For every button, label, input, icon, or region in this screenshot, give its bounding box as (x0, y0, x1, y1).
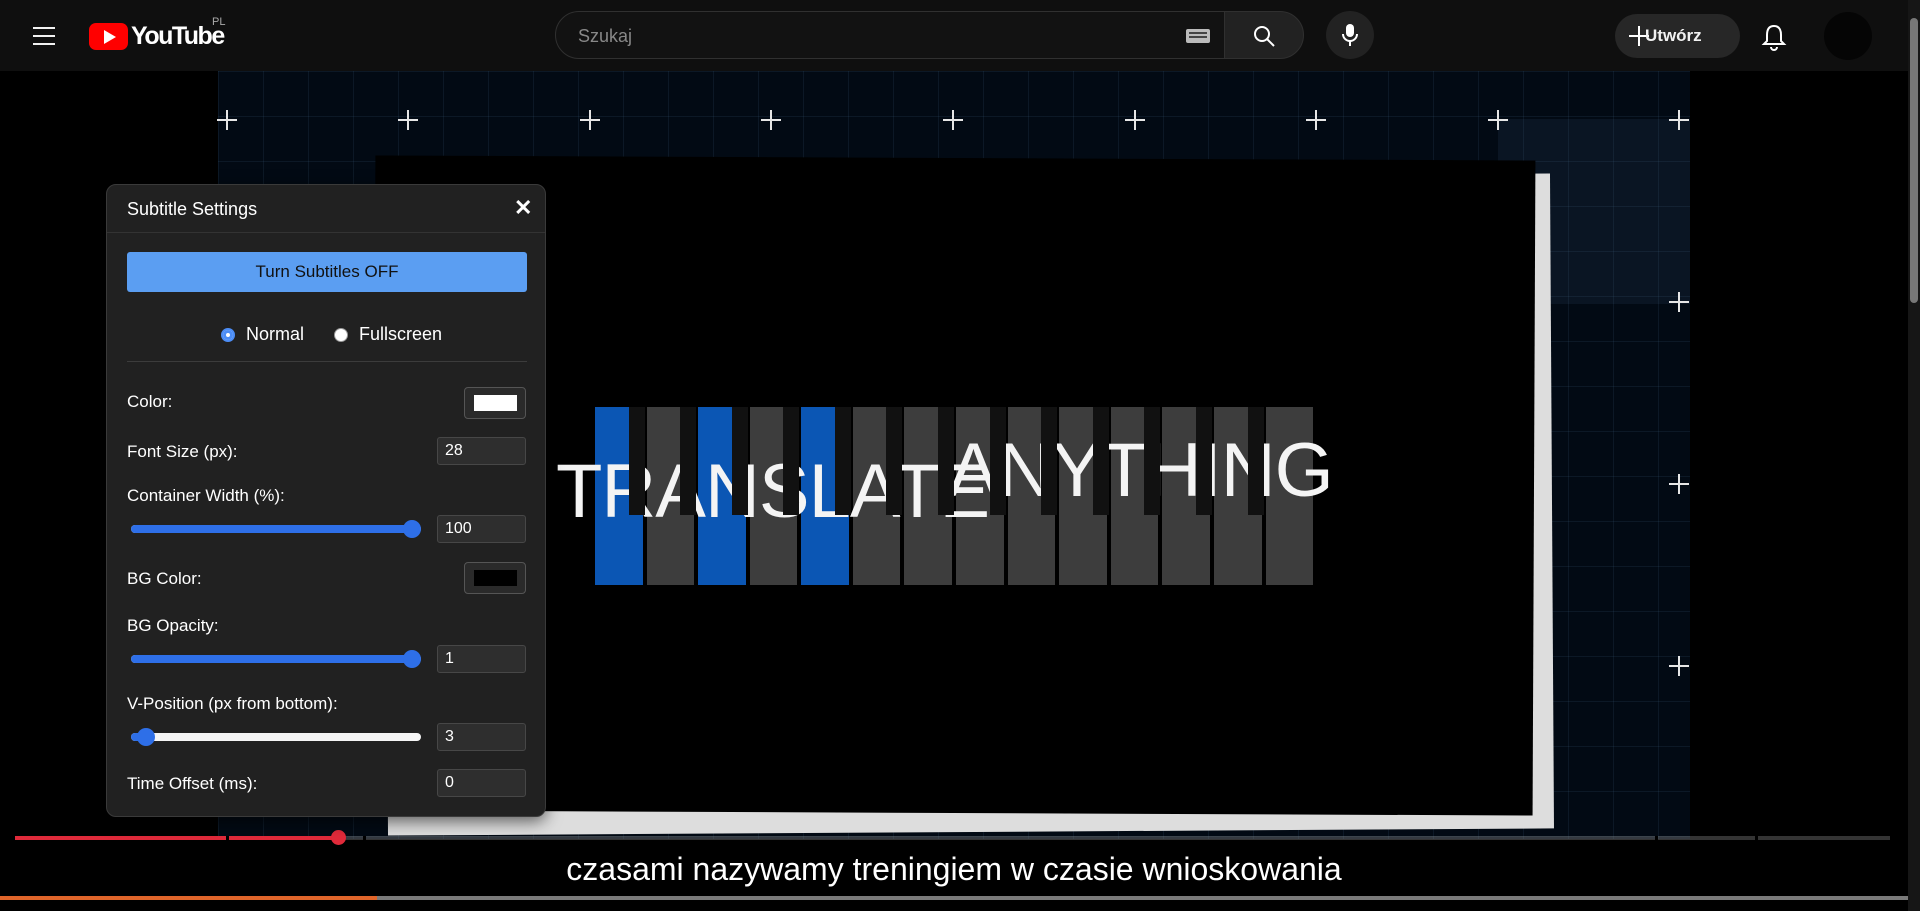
logo-text: YouTube (131, 21, 225, 50)
chapter-marker (1655, 836, 1658, 840)
mode-normal-option[interactable]: Normal (221, 324, 304, 345)
mode-fullscreen-radio[interactable] (334, 327, 348, 342)
bg-color-swatch (474, 570, 517, 586)
time-offset-input[interactable] (437, 769, 526, 797)
font-size-input[interactable] (437, 437, 526, 465)
top-bar: YouTube PL Utwórz (0, 0, 1920, 71)
subtitle-caption: czasami nazywamy treningiem w czasie wni… (566, 851, 1342, 887)
plus-marker (1669, 474, 1689, 494)
mode-normal-label: Normal (246, 324, 305, 344)
font-size-label: Font Size (px): (127, 442, 238, 461)
bg-opacity-slider[interactable] (131, 650, 422, 668)
search-icon (1254, 26, 1275, 47)
color-swatch (474, 395, 517, 411)
panel-header-divider (107, 232, 545, 233)
color-label: Color: (127, 392, 173, 411)
plus-marker (1306, 110, 1326, 130)
video-title-word-2: ANYTHING (948, 428, 1334, 513)
search-button[interactable] (1224, 11, 1304, 59)
mode-normal-radio[interactable] (221, 327, 235, 342)
plus-marker (580, 110, 600, 130)
subtitle-settings-panel: Subtitle Settings ✕ Turn Subtitles OFF N… (106, 184, 546, 817)
page-scrollbar[interactable] (1908, 0, 1920, 911)
chapter-marker (226, 836, 229, 840)
slider-thumb[interactable] (403, 650, 422, 668)
plus-marker (1669, 292, 1689, 312)
toggle-subtitles-button[interactable]: Turn Subtitles OFF (127, 252, 527, 292)
notifications-bell-icon[interactable] (1757, 20, 1791, 54)
chapter-marker (363, 836, 366, 840)
slider-fill (131, 525, 413, 533)
plus-marker (1669, 656, 1689, 676)
vpos-label: V-Position (px from bottom): (127, 694, 338, 713)
plus-marker (398, 110, 418, 130)
plus-marker (1125, 110, 1145, 130)
time-offset-label: Time Offset (ms): (127, 774, 258, 793)
video-progress-bar[interactable] (15, 830, 1890, 845)
slider-thumb[interactable] (403, 520, 422, 538)
bg-color-picker[interactable] (464, 562, 526, 594)
search-box (555, 11, 1225, 60)
progress-played (15, 836, 338, 840)
slider-thumb[interactable] (136, 728, 155, 746)
plus-marker (943, 110, 963, 130)
vpos-input[interactable] (437, 723, 526, 751)
panel-divider (127, 361, 527, 362)
container-width-slider[interactable] (131, 520, 422, 538)
color-picker[interactable] (464, 387, 526, 419)
progress-scrubber[interactable] (330, 830, 346, 845)
avatar[interactable] (1824, 12, 1872, 60)
bg-opacity-label: BG Opacity: (127, 616, 219, 635)
search-input[interactable] (576, 12, 1140, 60)
container-width-input[interactable] (437, 515, 526, 543)
region-label: PL (212, 16, 226, 28)
plus-marker (1669, 110, 1689, 130)
plus-marker (1488, 110, 1508, 130)
microphone-icon (1342, 24, 1358, 46)
youtube-logo[interactable]: YouTube (89, 21, 225, 50)
video-title-word-1: TRANSLATE (556, 449, 990, 534)
youtube-play-icon (89, 22, 128, 50)
voice-search-button[interactable] (1326, 11, 1374, 59)
bg-opacity-input[interactable] (437, 645, 526, 673)
vpos-slider[interactable] (131, 728, 421, 746)
subtitle-progress-fill (0, 896, 378, 900)
slider-fill (131, 655, 413, 663)
chapter-marker (1755, 836, 1758, 840)
create-label: Utwórz (1645, 26, 1702, 45)
bg-color-label: BG Color: (127, 569, 202, 588)
mode-fullscreen-label: Fullscreen (359, 324, 443, 344)
scrollbar-thumb[interactable] (1910, 18, 1918, 303)
menu-icon[interactable] (29, 21, 59, 51)
create-button[interactable]: Utwórz (1615, 14, 1740, 58)
close-icon[interactable]: ✕ (514, 197, 532, 219)
mode-fullscreen-option[interactable]: Fullscreen (334, 324, 442, 345)
panel-title: Subtitle Settings (127, 199, 258, 219)
keyboard-icon[interactable] (1186, 29, 1210, 43)
plus-marker (217, 110, 237, 130)
plus-marker (761, 110, 781, 130)
container-width-label: Container Width (%): (127, 486, 285, 505)
subtitle-progress-bar (0, 896, 1908, 900)
